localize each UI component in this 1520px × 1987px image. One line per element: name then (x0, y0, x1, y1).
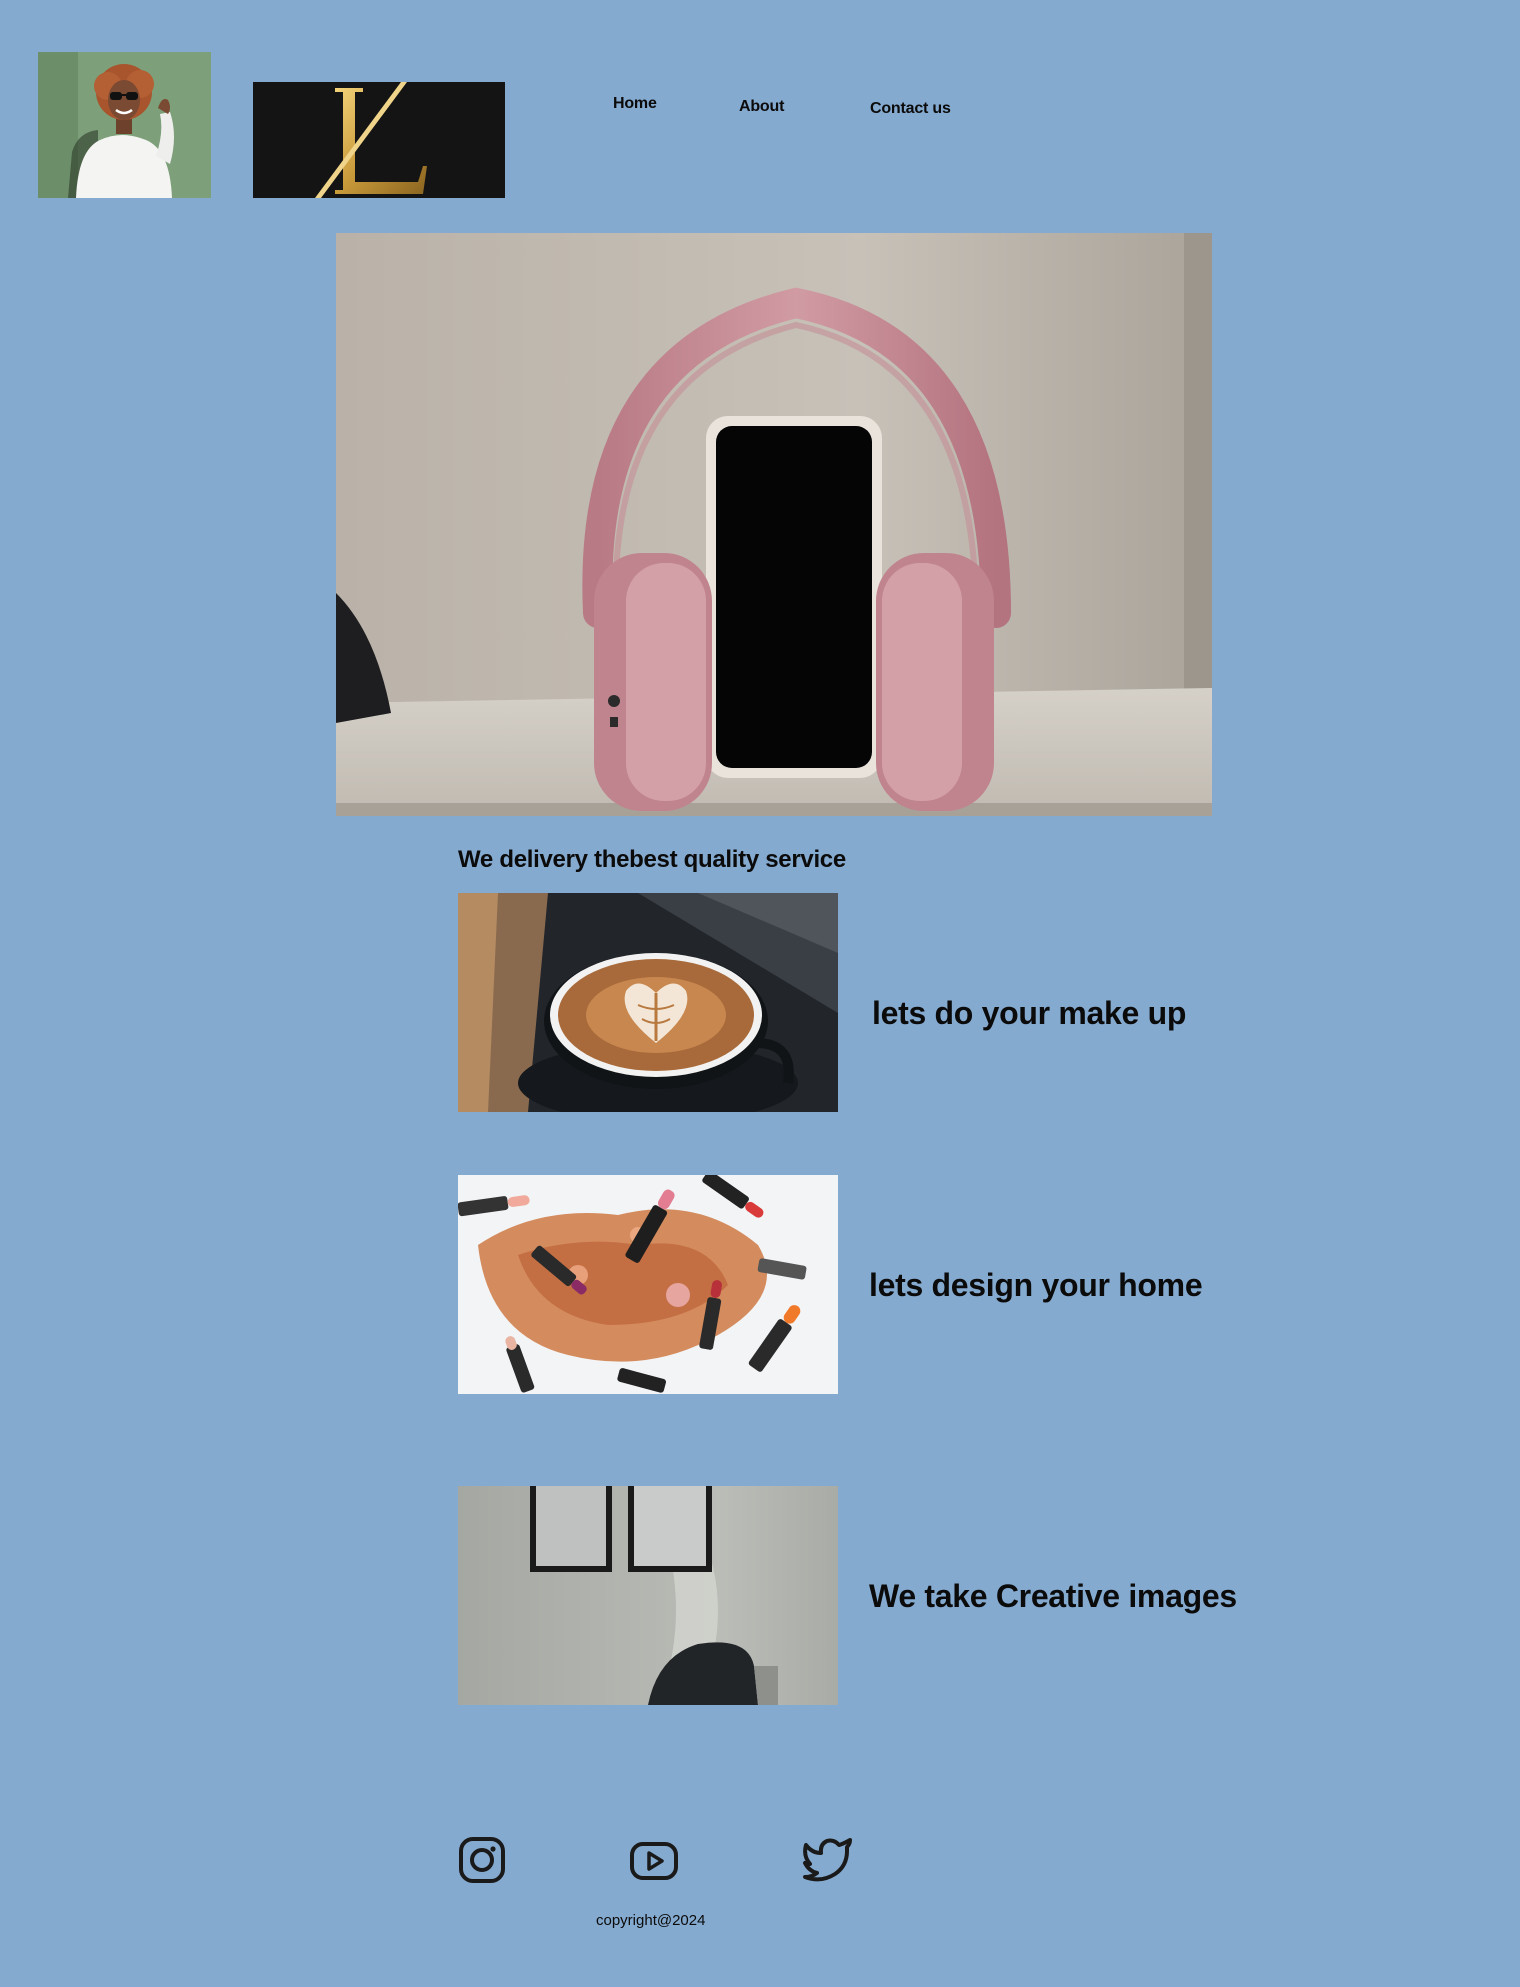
service-image-creative (458, 1486, 838, 1705)
section-heading: We delivery thebest quality service (458, 846, 846, 873)
service-image-coffee (458, 893, 838, 1112)
profile-photo (38, 52, 211, 198)
nav-about[interactable]: About (739, 98, 784, 116)
service-text-home: lets design your home (869, 1267, 1203, 1303)
twitter-icon[interactable] (803, 1836, 852, 1884)
nav-contact[interactable]: Contact us (870, 100, 951, 118)
service-text-images: We take Creative images (869, 1578, 1237, 1614)
service-image-makeup (458, 1175, 838, 1394)
nav-home[interactable]: Home (613, 95, 657, 113)
logo[interactable] (253, 82, 505, 198)
copyright-text: copyright@2024 (596, 1912, 706, 1929)
instagram-icon[interactable] (458, 1836, 506, 1884)
youtube-icon[interactable] (630, 1842, 678, 1890)
service-text-makeup: lets do your make up (872, 995, 1187, 1031)
hero-image (336, 233, 1212, 816)
